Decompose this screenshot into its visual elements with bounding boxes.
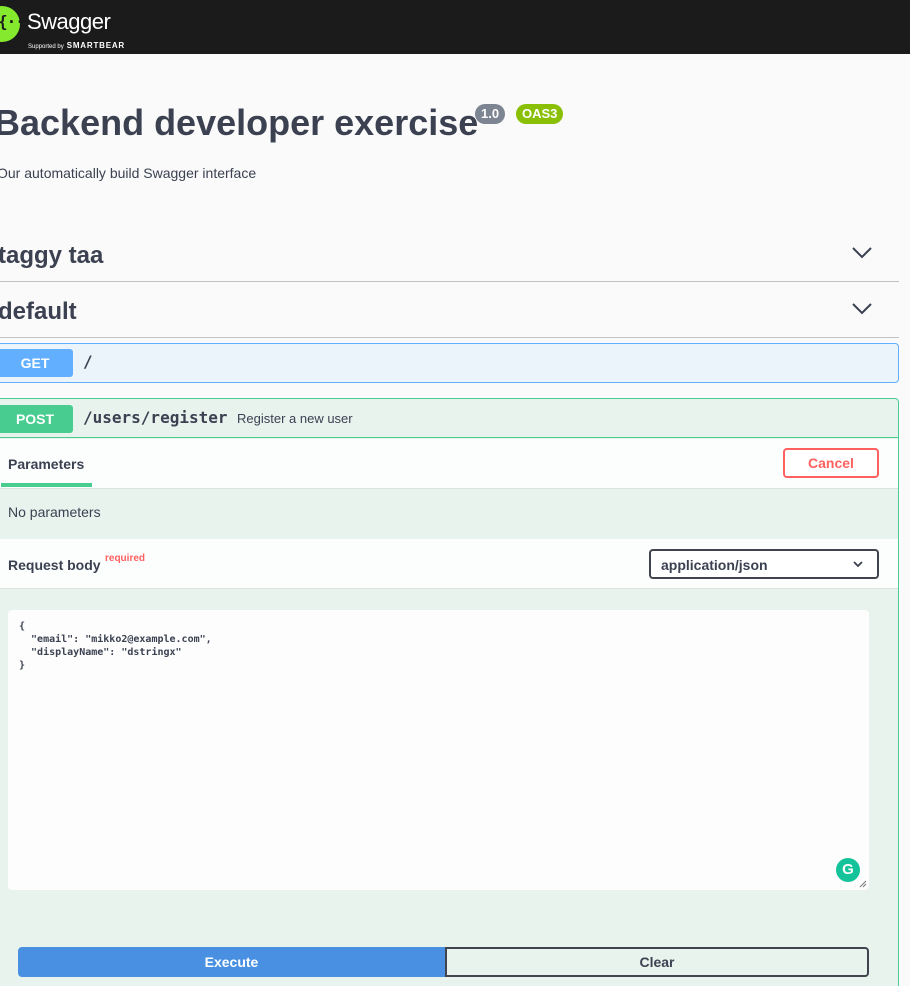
operation-header[interactable]: POST /users/register Register a new user	[0, 399, 898, 438]
tab-parameters[interactable]: Parameters	[8, 456, 84, 472]
parameters-bar: Parameters Cancel	[0, 439, 898, 489]
content-type-value: application/json	[661, 557, 768, 573]
logo-brand: SMARTBEAR	[66, 41, 126, 50]
tag-section-default[interactable]: default	[0, 282, 899, 338]
execute-button[interactable]: Execute	[18, 947, 445, 977]
operation-post-users-register: POST /users/register Register a new user…	[0, 398, 899, 986]
tag-section-taggy-taa[interactable]: taggy taa	[0, 226, 899, 282]
grammarly-icon[interactable]: G	[836, 858, 860, 882]
request-body-editor[interactable]: { "email": "mikko2@example.com", "displa…	[8, 610, 869, 890]
topbar: {···} Swagger Supported by SMARTBEAR	[0, 0, 910, 54]
api-title: Backend developer exercise	[0, 102, 479, 143]
operation-path: /	[83, 352, 93, 371]
method-badge-get: GET	[0, 349, 73, 377]
chevron-down-icon	[853, 561, 863, 568]
oas-badge: OAS3	[516, 104, 564, 124]
logo-name[interactable]: Swagger	[27, 9, 111, 35]
chevron-down-icon[interactable]	[851, 302, 873, 316]
tab-underline	[1, 483, 92, 487]
version-badge: 1.0	[475, 104, 506, 124]
method-badge-post: POST	[0, 405, 73, 433]
operation-path: /users/register	[83, 408, 228, 427]
logo-tagline: Supported by	[28, 44, 64, 50]
operation-get-root[interactable]: GET /	[0, 343, 899, 383]
clear-button[interactable]: Clear	[445, 947, 869, 977]
request-body-bar: Request body required application/json	[0, 539, 898, 589]
tag-name: taggy taa	[0, 242, 104, 269]
operation-summary: Register a new user	[237, 411, 353, 426]
request-body-json[interactable]: { "email": "mikko2@example.com", "displa…	[19, 620, 212, 672]
request-body-label: Request body	[8, 557, 101, 573]
chevron-down-icon[interactable]	[851, 246, 873, 260]
no-parameters-text: No parameters	[8, 504, 101, 520]
cancel-button[interactable]: Cancel	[783, 448, 879, 478]
api-description: Our automatically build Swagger interfac…	[0, 165, 257, 181]
required-marker: required	[105, 553, 146, 564]
resize-handle-icon[interactable]	[859, 880, 867, 888]
content-type-select[interactable]: application/json	[649, 549, 879, 579]
logo-tagline-row: Supported by SMARTBEAR	[28, 35, 125, 53]
tag-name: default	[0, 298, 77, 325]
